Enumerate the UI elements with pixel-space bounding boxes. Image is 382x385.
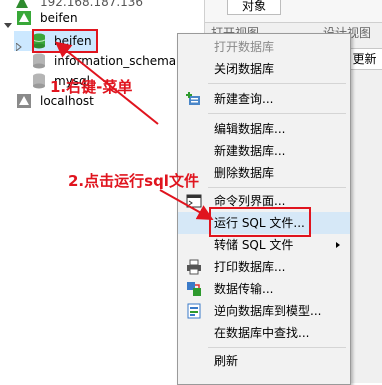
annotation-arrows [54,41,214,220]
annotation-step2: 2.点击运行sql文件 [68,172,199,190]
arrow-to-run-sql [159,189,214,220]
annotation-step1: 1.右键-菜单 [50,78,133,96]
